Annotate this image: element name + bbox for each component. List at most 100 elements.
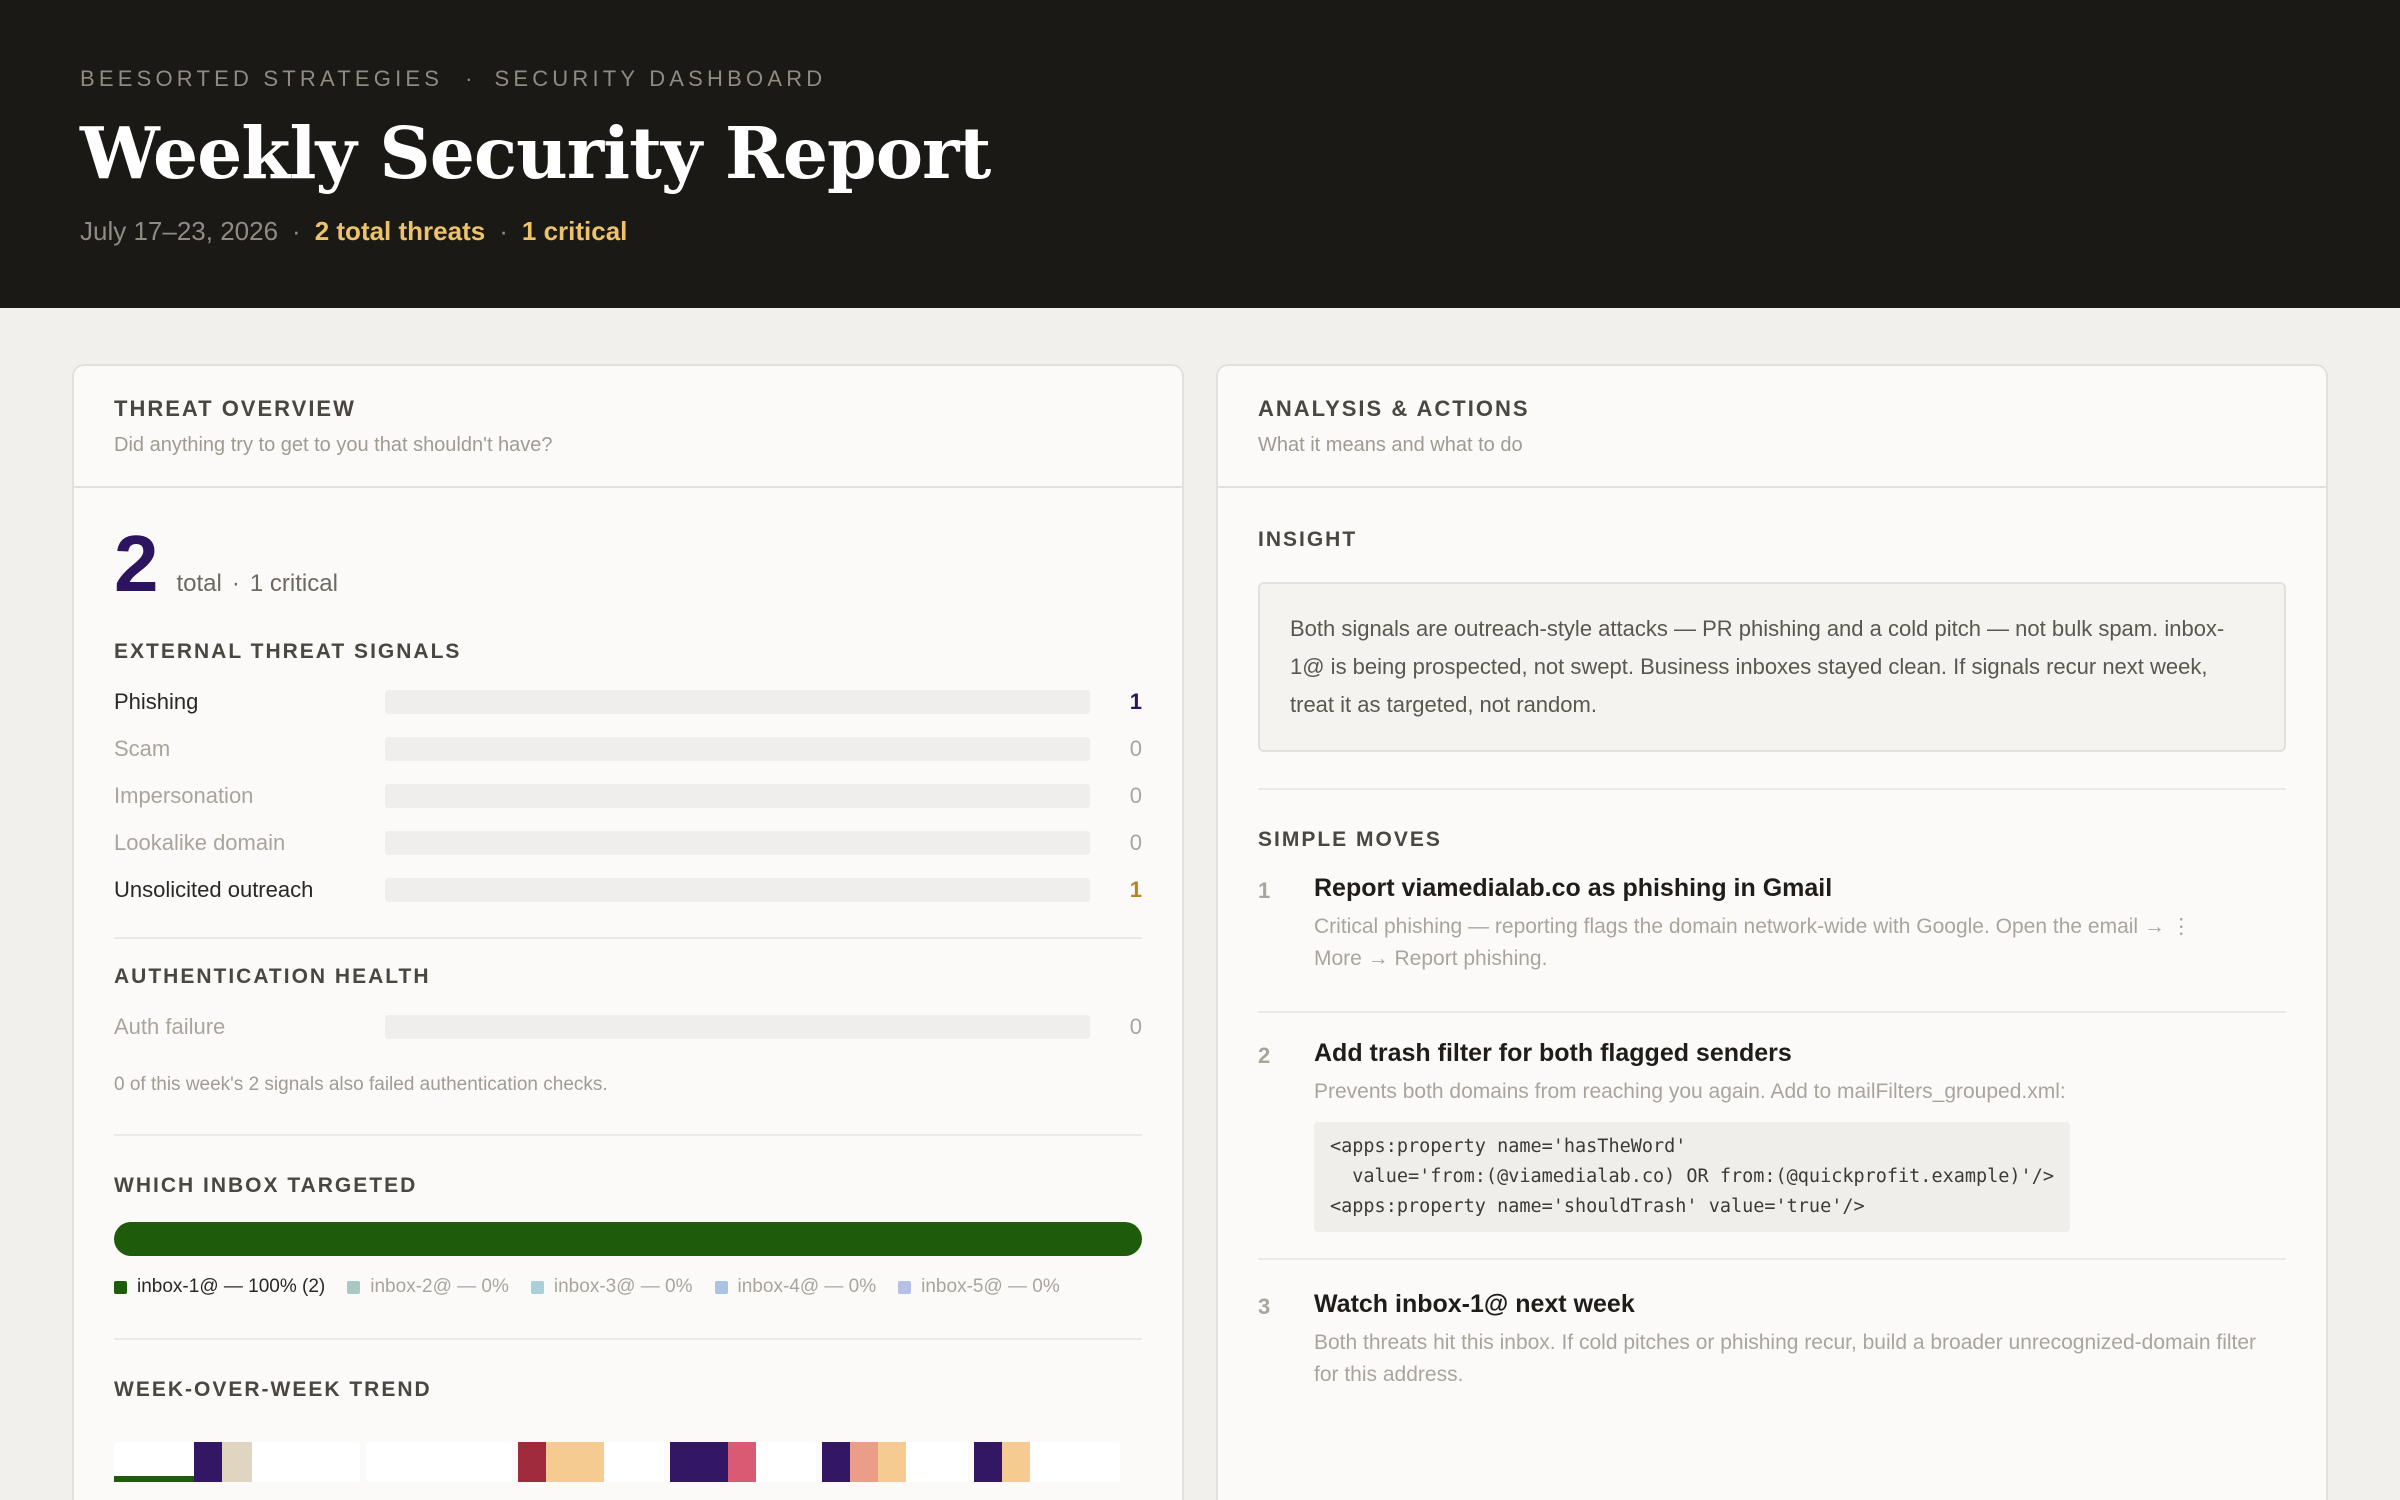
trend-title: WEEK-OVER-WEEK TREND (114, 1378, 432, 1401)
move-title: Add trash filter for both flagged sender… (1314, 1039, 1792, 1067)
signal-label: Impersonation (114, 782, 254, 808)
signal-list: Phishing 1 Scam 0 Impersonation 0 Lookalike do… (114, 678, 1142, 913)
card-title: ANALYSIS & ACTIONS (1258, 396, 1530, 421)
signal-track (384, 783, 1091, 808)
signal-value: 0 (1129, 782, 1142, 808)
signal-track (384, 689, 1091, 714)
external-signals-title: EXTERNAL THREAT SIGNALS (114, 640, 462, 663)
critical-badge: 1 critical (521, 215, 628, 246)
total-count: 2 (114, 519, 159, 608)
inbox-legend-item: inbox-2@ — 0% (347, 1276, 509, 1298)
trend-week (518, 1442, 664, 1482)
auth-failure-label: Auth failure (114, 1013, 226, 1039)
signal-row: Impersonation 0 (114, 772, 1142, 819)
signal-value: 0 (1129, 829, 1142, 855)
legend-label: inbox-5@ — 0% (921, 1276, 1060, 1297)
divider (1258, 1258, 2286, 1260)
inbox-distribution-bar (114, 1222, 1142, 1256)
signal-value: 0 (1129, 735, 1142, 761)
trend-week (974, 1442, 1120, 1482)
signal-track (384, 830, 1091, 855)
trend-strip (114, 1442, 1142, 1482)
trend-block (728, 1442, 756, 1482)
move-title: Watch inbox-1@ next week (1314, 1290, 1635, 1318)
move-number: 1 (1258, 878, 1271, 903)
trend-block (1002, 1442, 1030, 1482)
trend-block (546, 1442, 604, 1482)
signal-row: Unsolicited outreach 1 (114, 866, 1142, 913)
signal-label: Scam (114, 735, 171, 761)
move-number: 2 (1258, 1043, 1271, 1068)
card-header: THREAT OVERVIEW Did anything try to get … (74, 366, 1182, 488)
move-description: Critical phishing — reporting flags the … (1314, 915, 2192, 970)
legend-swatch (714, 1280, 728, 1294)
signal-label: Phishing (114, 688, 199, 714)
analysis-card: ANALYSIS & ACTIONS What it means and wha… (1216, 364, 2328, 1500)
inbox-legend-item: inbox-1@ — 100% (2) (114, 1276, 325, 1298)
section-name: SECURITY DASHBOARD (494, 66, 827, 91)
legend-label: inbox-1@ — 100% (2) (137, 1276, 326, 1297)
total-summary-label: total · 1 critical (177, 570, 338, 598)
trend-block (114, 1476, 194, 1482)
trend-block (222, 1442, 252, 1482)
trend-block (878, 1442, 906, 1482)
card-subtitle: Did anything try to get to you that shou… (114, 434, 553, 456)
move-description: Both threats hit this inbox. If cold pit… (1314, 1331, 2257, 1386)
signal-track (384, 877, 1091, 902)
card-subtitle: What it means and what to do (1258, 434, 1523, 456)
legend-swatch (898, 1280, 912, 1294)
legend-swatch (530, 1280, 544, 1294)
insight-title: INSIGHT (1258, 528, 1358, 551)
trend-block (194, 1442, 222, 1482)
date-range: July 17–23, 2026 (80, 215, 279, 246)
inbox-targeted-title: WHICH INBOX TARGETED (114, 1174, 418, 1197)
trend-block (670, 1442, 728, 1482)
legend-swatch (114, 1280, 127, 1294)
trend-block (850, 1442, 878, 1482)
divider (1258, 788, 2286, 790)
simple-moves-title: SIMPLE MOVES (1258, 828, 1442, 851)
trend-block (974, 1442, 1002, 1482)
threat-overview-card: THREAT OVERVIEW Did anything try to get … (72, 364, 1184, 1500)
signal-row: Scam 0 (114, 725, 1142, 772)
total-label: total (176, 570, 222, 597)
page-title: Weekly Security Report (80, 111, 991, 195)
auth-failure-track (384, 1014, 1091, 1039)
divider (1258, 1011, 2286, 1013)
signal-label: Lookalike domain (114, 829, 286, 855)
inbox-legend-item: inbox-3@ — 0% (530, 1276, 693, 1298)
breadcrumb-separator: · (465, 66, 473, 91)
trend-week (366, 1442, 512, 1482)
divider (114, 937, 1142, 939)
card-header: ANALYSIS & ACTIONS What it means and wha… (1218, 366, 2326, 488)
legend-label: inbox-4@ — 0% (737, 1276, 877, 1297)
move-item: 1 Report viamedialab.co as phishing in G… (1258, 874, 2286, 975)
inbox-legend-item: inbox-5@ — 0% (898, 1276, 1060, 1298)
auth-note: 0 of this week's 2 signals also failed a… (114, 1074, 608, 1095)
trend-week (822, 1442, 968, 1482)
trend-week (114, 1442, 360, 1482)
signal-value: 1 (1129, 876, 1142, 902)
auth-health-title: AUTHENTICATION HEALTH (114, 965, 431, 988)
signal-label: Unsolicited outreach (114, 876, 314, 902)
trend-block (822, 1442, 850, 1482)
auth-failure-value: 0 (1129, 1013, 1142, 1039)
signal-value: 1 (1129, 688, 1142, 714)
signal-row: Lookalike domain 0 (114, 819, 1142, 866)
move-number: 3 (1258, 1294, 1271, 1319)
meta-separator: · (499, 215, 508, 246)
move-description: Prevents both domains from reaching you … (1314, 1080, 2066, 1103)
trend-block (518, 1442, 546, 1482)
move-title: Report viamedialab.co as phishing in Gma… (1314, 874, 1833, 902)
legend-swatch (347, 1280, 361, 1294)
insight-text: Both signals are outreach-style attacks … (1258, 582, 2286, 752)
trend-week (670, 1442, 816, 1482)
inbox-legend: inbox-1@ — 100% (2) inbox-2@ — 0% inbox-3@… (114, 1276, 1142, 1298)
card-title: THREAT OVERVIEW (114, 396, 356, 421)
org-name: BEESORTED STRATEGIES (80, 66, 444, 91)
divider (114, 1338, 1142, 1340)
critical-label: 1 critical (249, 570, 338, 597)
move-item: 2 Add trash filter for both flagged send… (1258, 1039, 2286, 1232)
auth-failure-row: Auth failure 0 (114, 1003, 1142, 1050)
report-header: BEESORTED STRATEGIES · SECURITY DASHBOAR… (0, 0, 2400, 308)
